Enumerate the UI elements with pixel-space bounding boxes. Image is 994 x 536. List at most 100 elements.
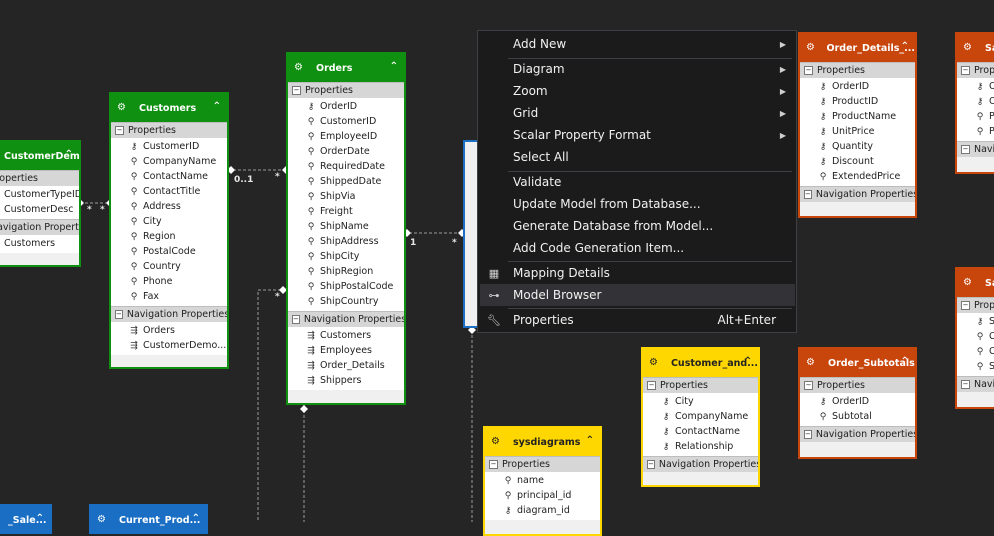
collapse-icon[interactable]: ⌃ (744, 356, 752, 367)
minus-icon[interactable]: − (292, 86, 301, 95)
entity-order-details-extended[interactable]: ⚙ Order_Details_... ⌃ − Properties ⚷ OrderID… (798, 32, 917, 218)
collapse-icon[interactable]: ⌃ (390, 61, 398, 72)
context-menu[interactable]: Add New ▶ Diagram ▶ Zoom ▶ Grid ▶ Scalar Pro… (477, 30, 797, 333)
menu-item-add-new[interactable]: Add New ▶ (478, 33, 796, 55)
entity-header[interactable]: ⚙ Current_Prod... ⌃ (91, 506, 206, 532)
navigation-row[interactable]: ⇶ Order_Details (288, 358, 404, 373)
properties-section[interactable]: − Prop (957, 297, 994, 313)
property-row[interactable]: ⚲ ContactTitle (111, 184, 227, 199)
property-row[interactable]: ⚷ Relationship (643, 439, 758, 454)
entity-header[interactable]: ⚙ Orders ⌃ (288, 54, 404, 82)
minus-icon[interactable]: − (647, 460, 655, 469)
property-row[interactable]: ⚷ OrderID (800, 79, 915, 94)
property-row[interactable]: ⚲ ShipRegion (288, 264, 404, 279)
menu-item-properties[interactable]: 🔧︎ Properties Alt+Enter (478, 309, 796, 331)
menu-item-update-model[interactable]: Update Model from Database... (478, 193, 796, 215)
minus-icon[interactable]: − (115, 126, 124, 135)
property-row[interactable]: ⚷O (957, 94, 994, 109)
property-row[interactable]: ⚲P (957, 124, 994, 139)
property-row[interactable]: ⚲ name (485, 473, 600, 488)
properties-section[interactable]: − Prop (957, 62, 994, 78)
menu-item-zoom[interactable]: Zoom ▶ (478, 80, 796, 102)
entity-header[interactable]: ⚙ Order_Details_... ⌃ (800, 34, 915, 62)
entity-customer-demographics[interactable]: CustomerDem...⌃ Properties CustomerTypeI… (0, 140, 81, 267)
property-row[interactable]: ⚲ Country (111, 259, 227, 274)
property-row[interactable]: ⚷ ProductName (800, 109, 915, 124)
properties-section[interactable]: − Properties (800, 377, 915, 393)
property-row[interactable]: ⚲ Address (111, 199, 227, 214)
entity-order-subtotals[interactable]: ⚙ Order_Subtotals ⌃ − Properties ⚷ OrderID ⚲… (798, 347, 917, 459)
navigation-section[interactable]: − Navigation Properties (643, 456, 758, 472)
property-row[interactable]: ⚲ CompanyName (111, 154, 227, 169)
menu-item-model-browser[interactable]: ⊶ Model Browser (480, 284, 795, 306)
property-row[interactable]: ⚲ Freight (288, 204, 404, 219)
minus-icon[interactable]: − (961, 301, 970, 310)
collapse-icon[interactable]: ⌃ (901, 356, 909, 367)
property-row[interactable]: ⚷ CustomerID (111, 139, 227, 154)
property-row[interactable]: ⚲ ShippedDate (288, 174, 404, 189)
properties-section[interactable]: − Properties (485, 456, 600, 472)
navigation-section[interactable]: − Navigation Properties (111, 306, 227, 322)
minus-icon[interactable]: − (961, 66, 970, 75)
navigation-section[interactable]: − Navigation Properties (800, 186, 915, 202)
property-row[interactable]: ⚲ ShipPostalCode (288, 279, 404, 294)
menu-item-select-all[interactable]: Select All (478, 146, 796, 168)
property-row[interactable]: ⚲ City (111, 214, 227, 229)
property-row[interactable]: CustomerDesc (0, 202, 79, 217)
entity-header[interactable]: ⚙ Customers ⌃ (111, 94, 227, 122)
properties-section[interactable]: − Properties (643, 377, 758, 393)
entity-sales-bottom[interactable]: ⚙ Sal −Prop ⚷S ⚲C ⚲C ⚲S −Navi (955, 267, 994, 409)
property-row[interactable]: ⚲ OrderDate (288, 144, 404, 159)
property-row[interactable]: ⚲C (957, 329, 994, 344)
collapse-icon[interactable]: ⌃ (192, 513, 200, 524)
navigation-section[interactable]: Navigation Properties (0, 219, 79, 235)
collapse-icon[interactable]: ⌃ (213, 101, 221, 112)
property-row[interactable]: ⚲S (957, 359, 994, 374)
navigation-row[interactable]: ⇶ Customers (288, 328, 404, 343)
property-row[interactable]: ⚷ CompanyName (643, 409, 758, 424)
minus-icon[interactable]: − (804, 430, 812, 439)
property-row[interactable]: CustomerTypeID (0, 187, 79, 202)
property-row[interactable]: ⚷ ContactName (643, 424, 758, 439)
entity-sales-top[interactable]: ⚙ Sal −Prop ⚷O ⚷O ⚲P ⚲P −Navi (955, 32, 994, 174)
menu-item-add-code-generation[interactable]: Add Code Generation Item... (478, 237, 796, 259)
properties-section[interactable]: Properties (0, 170, 79, 186)
property-row[interactable]: ⚷ Quantity (800, 139, 915, 154)
menu-item-diagram[interactable]: Diagram ▶ (478, 58, 796, 80)
collapse-icon[interactable]: ⌃ (36, 513, 44, 524)
entity-header[interactable]: ⚙ Sal (957, 269, 994, 297)
designer-canvas[interactable]: 0..1 * * * 1 * * CustomerDem...⌃ Propert… (0, 0, 994, 536)
property-row[interactable]: ⚷O (957, 79, 994, 94)
property-row[interactable]: ⚷ City (643, 394, 758, 409)
property-row[interactable]: ⚲ Fax (111, 289, 227, 304)
minus-icon[interactable]: − (961, 145, 970, 154)
entity-header[interactable]: ⚙ Customer_and... ⌃ (643, 349, 758, 377)
entity-header[interactable]: ⚙ Sal (957, 34, 994, 62)
property-row[interactable]: ⚲ Phone (111, 274, 227, 289)
property-row[interactable]: ⚷ UnitPrice (800, 124, 915, 139)
menu-item-generate-database[interactable]: Generate Database from Model... (478, 215, 796, 237)
minus-icon[interactable]: − (804, 190, 812, 199)
property-row[interactable]: ⚲P (957, 109, 994, 124)
entity-sales-partial[interactable]: _Sale... ⌃ (0, 504, 52, 534)
navigation-row[interactable]: Customers (0, 236, 79, 251)
navigation-row[interactable]: ⇶ CustomerDemo... (111, 338, 227, 353)
minus-icon[interactable]: − (647, 381, 656, 390)
property-row[interactable]: ⚲ ShipAddress (288, 234, 404, 249)
collapse-icon[interactable]: ⌃ (901, 41, 909, 52)
property-row[interactable]: ⚲ ExtendedPrice (800, 169, 915, 184)
menu-item-validate[interactable]: Validate (478, 171, 796, 193)
menu-item-mapping-details[interactable]: ▦ Mapping Details (478, 262, 796, 284)
property-row[interactable]: ⚲ principal_id (485, 488, 600, 503)
entity-customer-and-suppliers[interactable]: ⚙ Customer_and... ⌃ − Properties ⚷ City ⚷ Com… (641, 347, 760, 487)
minus-icon[interactable]: − (804, 66, 813, 75)
property-row[interactable]: ⚲ ContactName (111, 169, 227, 184)
collapse-icon[interactable]: ⌃ (65, 149, 73, 160)
entity-header[interactable]: _Sale... ⌃ (0, 506, 50, 532)
entity-header[interactable]: ⚙ sysdiagrams ⌃ (485, 428, 600, 456)
minus-icon[interactable]: − (489, 460, 498, 469)
property-row[interactable]: ⚲ ShipCity (288, 249, 404, 264)
property-row[interactable]: ⚷S (957, 314, 994, 329)
property-row[interactable]: ⚲ ShipCountry (288, 294, 404, 309)
entity-header[interactable]: CustomerDem...⌃ (0, 142, 79, 170)
